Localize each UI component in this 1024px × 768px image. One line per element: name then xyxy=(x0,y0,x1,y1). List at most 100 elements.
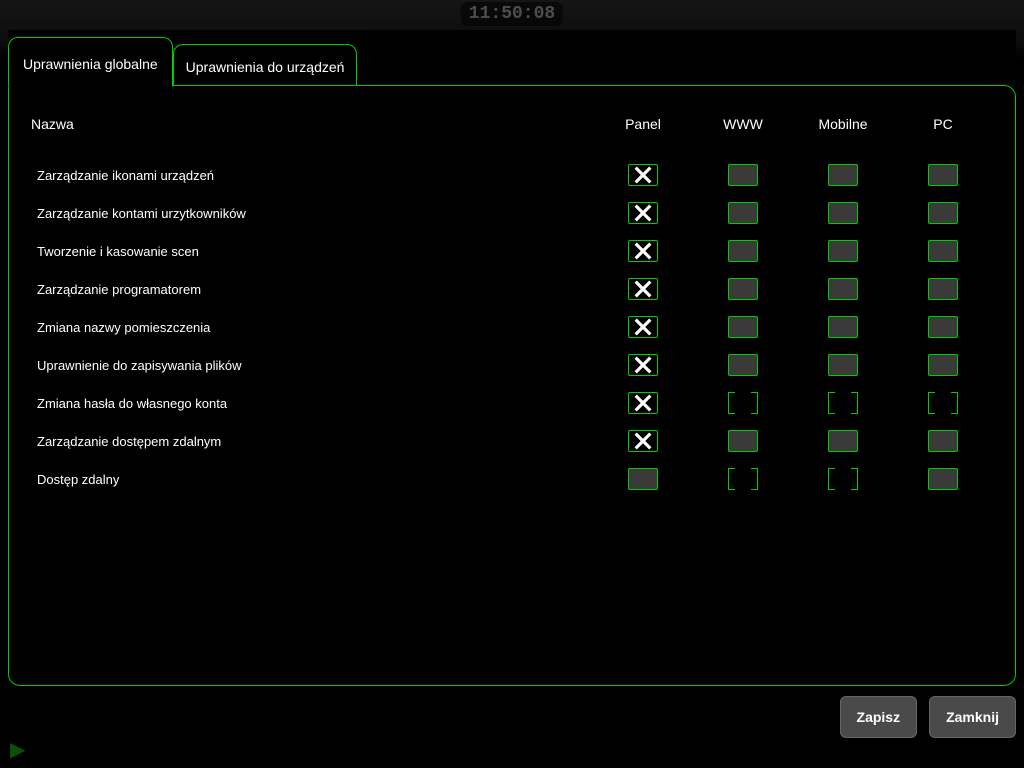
dialog-footer: Zapisz Zamknij xyxy=(8,686,1016,738)
checkbox-cell xyxy=(593,346,693,384)
save-button[interactable]: Zapisz xyxy=(840,696,918,738)
mobile-checkbox[interactable] xyxy=(828,278,858,300)
button-label: Zamknij xyxy=(946,709,999,725)
checkbox-cell xyxy=(893,384,993,422)
tabs: Uprawnienia globalne Uprawnienia do urzą… xyxy=(8,30,1016,86)
mobile-checkbox[interactable] xyxy=(828,430,858,452)
background-clock: 11:50:08 xyxy=(461,2,563,26)
mobile-checkbox[interactable] xyxy=(828,392,858,414)
www-checkbox[interactable] xyxy=(728,240,758,262)
pc-checkbox[interactable] xyxy=(928,392,958,414)
tab-global-permissions[interactable]: Uprawnienia globalne xyxy=(8,37,173,87)
col-panel: Panel xyxy=(593,106,693,156)
panel-checkbox[interactable] xyxy=(628,240,658,262)
www-checkbox[interactable] xyxy=(728,316,758,338)
checkbox-cell xyxy=(793,384,893,422)
play-arrow-icon: ▶ xyxy=(10,737,25,762)
tab-label: Uprawnienia globalne xyxy=(23,56,158,72)
permission-name: Zarządzanie dostępem zdalnym xyxy=(31,424,593,459)
checkbox-cell xyxy=(893,194,993,232)
checkbox-cell xyxy=(793,308,893,346)
mobile-checkbox[interactable] xyxy=(828,354,858,376)
pc-checkbox[interactable] xyxy=(928,240,958,262)
checkbox-cell xyxy=(593,308,693,346)
checkbox-cell xyxy=(793,346,893,384)
www-checkbox[interactable] xyxy=(728,202,758,224)
checkbox-cell xyxy=(893,308,993,346)
www-checkbox[interactable] xyxy=(728,392,758,414)
pc-checkbox[interactable] xyxy=(928,278,958,300)
www-checkbox[interactable] xyxy=(728,278,758,300)
checkbox-cell xyxy=(893,156,993,194)
col-pc: PC xyxy=(893,106,993,156)
permission-name: Uprawnienie do zapisywania plików xyxy=(31,348,593,383)
permission-name: Zarządzanie programatorem xyxy=(31,272,593,307)
checkbox-cell xyxy=(593,384,693,422)
checkbox-cell xyxy=(593,460,693,498)
mobile-checkbox[interactable] xyxy=(828,202,858,224)
panel-checkbox[interactable] xyxy=(628,468,658,490)
tab-label: Uprawnienia do urządzeń xyxy=(186,59,345,75)
checkbox-cell xyxy=(593,194,693,232)
www-checkbox[interactable] xyxy=(728,430,758,452)
permission-name: Zarządzanie kontami urzytkowników xyxy=(31,196,593,231)
permissions-dialog: Uprawnienia globalne Uprawnienia do urzą… xyxy=(8,30,1016,738)
checkbox-cell xyxy=(693,194,793,232)
checkbox-cell xyxy=(693,346,793,384)
checkbox-cell xyxy=(693,156,793,194)
checkbox-cell xyxy=(893,232,993,270)
panel-checkbox[interactable] xyxy=(628,164,658,186)
close-button[interactable]: Zamknij xyxy=(929,696,1016,738)
permission-name: Tworzenie i kasowanie scen xyxy=(31,234,593,269)
checkbox-cell xyxy=(893,346,993,384)
panel-checkbox[interactable] xyxy=(628,202,658,224)
checkbox-cell xyxy=(793,194,893,232)
permission-name: Dostęp zdalny xyxy=(31,462,593,497)
permission-name: Zmiana hasła do własnego konta xyxy=(31,386,593,421)
checkbox-cell xyxy=(893,460,993,498)
checkbox-cell xyxy=(693,460,793,498)
checkbox-cell xyxy=(693,232,793,270)
www-checkbox[interactable] xyxy=(728,468,758,490)
pc-checkbox[interactable] xyxy=(928,202,958,224)
checkbox-cell xyxy=(793,232,893,270)
col-mobile: Mobilne xyxy=(793,106,893,156)
checkbox-cell xyxy=(593,232,693,270)
pc-checkbox[interactable] xyxy=(928,316,958,338)
checkbox-cell xyxy=(693,384,793,422)
checkbox-cell xyxy=(893,422,993,460)
tab-device-permissions[interactable]: Uprawnienia do urządzeń xyxy=(173,44,358,86)
permissions-panel: Nazwa Panel WWW Mobilne PC Zarządzanie i… xyxy=(8,85,1016,686)
panel-checkbox[interactable] xyxy=(628,278,658,300)
mobile-checkbox[interactable] xyxy=(828,164,858,186)
pc-checkbox[interactable] xyxy=(928,468,958,490)
permission-name: Zmiana nazwy pomieszczenia xyxy=(31,310,593,345)
checkbox-cell xyxy=(693,308,793,346)
pc-checkbox[interactable] xyxy=(928,164,958,186)
www-checkbox[interactable] xyxy=(728,354,758,376)
checkbox-cell xyxy=(893,270,993,308)
checkbox-cell xyxy=(793,422,893,460)
checkbox-cell xyxy=(793,460,893,498)
permission-name: Zarządzanie ikonami urządzeń xyxy=(31,158,593,193)
col-www: WWW xyxy=(693,106,793,156)
checkbox-cell xyxy=(593,422,693,460)
mobile-checkbox[interactable] xyxy=(828,240,858,262)
pc-checkbox[interactable] xyxy=(928,354,958,376)
mobile-checkbox[interactable] xyxy=(828,316,858,338)
checkbox-cell xyxy=(593,156,693,194)
panel-checkbox[interactable] xyxy=(628,316,658,338)
permissions-grid: Nazwa Panel WWW Mobilne PC Zarządzanie i… xyxy=(31,106,993,498)
checkbox-cell xyxy=(793,270,893,308)
col-name: Nazwa xyxy=(31,106,593,156)
panel-checkbox[interactable] xyxy=(628,354,658,376)
panel-checkbox[interactable] xyxy=(628,392,658,414)
checkbox-cell xyxy=(693,422,793,460)
checkbox-cell xyxy=(793,156,893,194)
mobile-checkbox[interactable] xyxy=(828,468,858,490)
checkbox-cell xyxy=(593,270,693,308)
www-checkbox[interactable] xyxy=(728,164,758,186)
panel-checkbox[interactable] xyxy=(628,430,658,452)
button-label: Zapisz xyxy=(857,709,901,725)
pc-checkbox[interactable] xyxy=(928,430,958,452)
